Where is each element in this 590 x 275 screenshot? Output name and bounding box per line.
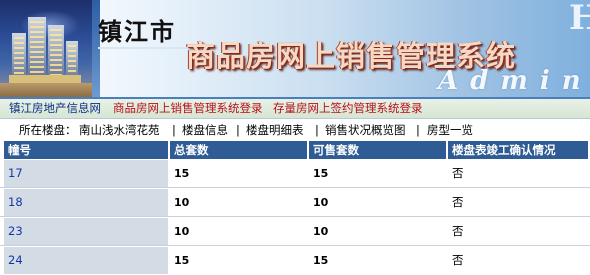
tab-floor-plans[interactable]: 房型一览 bbox=[427, 123, 473, 137]
table-row: 23 10 10 否 bbox=[0, 217, 590, 245]
completion-status-cell: 否 bbox=[448, 189, 588, 216]
nav-separator: | bbox=[172, 123, 176, 137]
top-links-bar: 镇江房地产信息网 商品房网上销售管理系统登录 存量房网上签约管理系统登录 bbox=[0, 99, 590, 119]
building-number-link[interactable]: 23 bbox=[4, 218, 168, 245]
admin-watermark: Admini bbox=[438, 66, 590, 96]
table-row: 24 15 15 否 bbox=[0, 246, 590, 274]
available-units-cell: 10 bbox=[309, 218, 446, 245]
stock-system-login-link[interactable]: 存量房网上签约管理系统登录 bbox=[273, 101, 423, 116]
total-units-cell: 15 bbox=[170, 160, 307, 187]
project-nav-bar: 所在楼盘： 南山浅水湾花苑 | 楼盘信息 | 楼盘明细表 | 销售状况概览图 |… bbox=[0, 119, 590, 141]
column-header-building: 幢号 bbox=[4, 141, 168, 159]
header-banner: 镇江市 商品房网上销售管理系统 Admini H bbox=[0, 0, 590, 97]
project-label: 所在楼盘： bbox=[19, 123, 77, 137]
corner-watermark: H bbox=[569, 0, 590, 38]
tab-sales-overview[interactable]: 销售状况概览图 bbox=[325, 123, 406, 137]
available-units-cell: 10 bbox=[309, 189, 446, 216]
completion-status-cell: 否 bbox=[448, 218, 588, 245]
total-units-cell: 10 bbox=[170, 189, 307, 216]
table-row: 18 10 10 否 bbox=[0, 188, 590, 216]
total-units-cell: 10 bbox=[170, 218, 307, 245]
city-title: 镇江市 bbox=[98, 17, 176, 46]
nav-separator: | bbox=[315, 123, 319, 137]
project-name-link[interactable]: 南山浅水湾花苑 bbox=[79, 123, 160, 137]
column-header-total-units: 总套数 bbox=[170, 141, 307, 159]
completion-status-cell: 否 bbox=[448, 247, 588, 274]
available-units-cell: 15 bbox=[309, 247, 446, 274]
column-header-completion-confirmed: 楼盘表竣工确认情况 bbox=[448, 141, 588, 159]
nav-separator: | bbox=[416, 123, 420, 137]
tab-project-info[interactable]: 楼盘信息 bbox=[182, 123, 228, 137]
tab-project-details[interactable]: 楼盘明细表 bbox=[246, 123, 304, 137]
table-header-row: 幢号 总套数 可售套数 楼盘表竣工确认情况 bbox=[0, 141, 590, 159]
nav-separator: | bbox=[236, 123, 240, 137]
building-number-link[interactable]: 18 bbox=[4, 189, 168, 216]
home-site-link[interactable]: 镇江房地产信息网 bbox=[9, 101, 101, 116]
buildings-table: 幢号 总套数 可售套数 楼盘表竣工确认情况 17 15 15 否 18 10 1… bbox=[0, 141, 590, 275]
building-number-link[interactable]: 24 bbox=[4, 247, 168, 274]
table-row: 17 15 15 否 bbox=[0, 159, 590, 187]
available-units-cell: 15 bbox=[309, 160, 446, 187]
completion-status-cell: 否 bbox=[448, 160, 588, 187]
sales-system-login-link[interactable]: 商品房网上销售管理系统登录 bbox=[113, 101, 263, 116]
skyline-sign bbox=[9, 75, 81, 83]
building-number-link[interactable]: 17 bbox=[4, 160, 168, 187]
total-units-cell: 15 bbox=[170, 247, 307, 274]
column-header-available-units: 可售套数 bbox=[309, 141, 446, 159]
city-skyline-image bbox=[0, 0, 92, 97]
